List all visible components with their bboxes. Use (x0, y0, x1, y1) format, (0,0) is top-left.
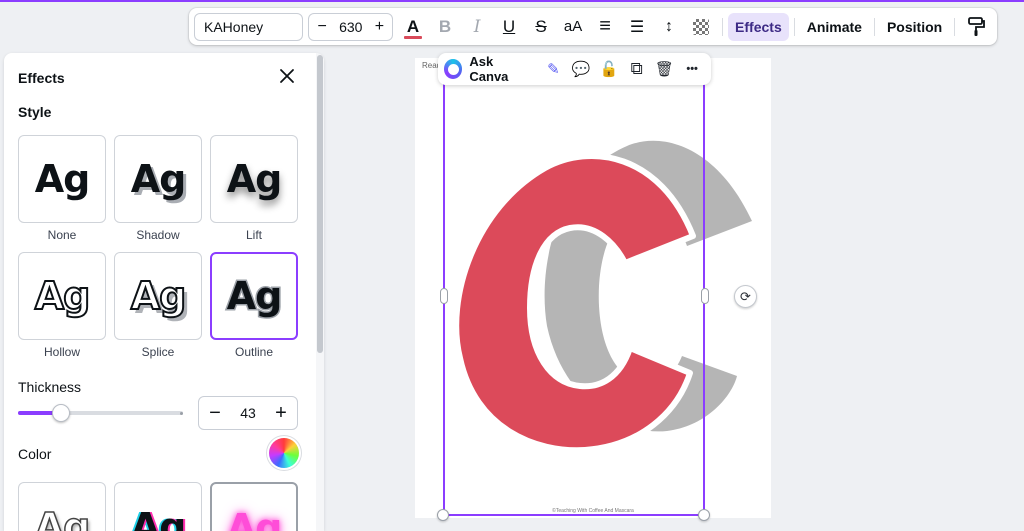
resize-handle-right[interactable] (701, 288, 709, 304)
style-preview-shadow: Ag (130, 157, 187, 201)
color-label: Color (18, 446, 52, 462)
thickness-decrease-button[interactable]: − (207, 402, 223, 425)
style-tile-shadow[interactable]: Ag (114, 135, 202, 223)
resize-handle-bottom-left[interactable] (437, 509, 449, 521)
color-preset-tile[interactable]: Ag (210, 482, 298, 531)
color-preset-preview: Ag (226, 506, 283, 531)
color-preset-preview: Ag (130, 505, 187, 531)
transparency-button[interactable] (685, 13, 717, 41)
style-preview-splice: Ag (130, 273, 188, 319)
lock-icon[interactable]: 🔓 (596, 55, 622, 83)
font-size-stepper: − 630 + (308, 12, 394, 41)
list-button[interactable]: ☰ (621, 13, 653, 41)
text-color-button[interactable]: A (397, 13, 429, 41)
style-label-outline: Outline (234, 345, 274, 359)
spacing-button[interactable]: ↕ (653, 13, 685, 41)
strikethrough-icon: S (535, 16, 547, 36)
panel-scrollbar-thumb[interactable] (317, 55, 323, 353)
style-label-hollow: Hollow (43, 345, 80, 359)
decrease-font-size-button[interactable]: − (317, 18, 326, 36)
text-toolbar: KAHoney − 630 + A B I U S aA ≡ ☰ ↕ Effec… (189, 8, 997, 45)
letter-case-button[interactable]: aA (557, 13, 589, 41)
toolbar-divider (873, 17, 875, 36)
italic-icon: I (473, 16, 481, 37)
panel-scrollbar[interactable] (316, 53, 324, 531)
style-preview-none: Ag (34, 157, 91, 201)
font-family-dropdown[interactable]: KAHoney (194, 12, 304, 41)
animate-button[interactable]: Animate (800, 13, 869, 41)
thickness-slider[interactable] (18, 404, 183, 422)
effects-panel: Effects Style Ag None Ag Shadow Ag Lift … (4, 53, 324, 531)
resize-handle-left[interactable] (440, 288, 448, 304)
font-family-value: KAHoney (204, 18, 264, 35)
color-preset-preview: Ag (34, 504, 91, 531)
color-preset-tile[interactable]: Ag (18, 482, 106, 531)
toolbar-divider (722, 17, 724, 36)
underline-icon: U (502, 16, 516, 36)
bold-button[interactable]: B (429, 13, 461, 41)
thickness-increase-button[interactable]: + (273, 402, 289, 425)
thickness-slider-end-dot (180, 412, 183, 415)
style-tile-hollow[interactable]: Ag (18, 252, 106, 340)
comment-icon[interactable]: 💬 (568, 55, 594, 83)
duplicate-icon[interactable]: ⧉ (624, 55, 650, 83)
strikethrough-button[interactable]: S (525, 13, 557, 41)
paint-format-button[interactable] (960, 13, 992, 41)
style-label-shadow: Shadow (136, 228, 180, 242)
toolbar-divider (793, 17, 795, 36)
element-action-bar: Ask Canva ✎ 💬 🔓 ⧉ 🗑 ••• (438, 53, 711, 85)
top-accent-bar (0, 0, 1024, 2)
underline-button[interactable]: U (493, 13, 525, 41)
resize-handle-bottom-right[interactable] (698, 509, 710, 521)
style-tile-outline[interactable]: Ag (210, 252, 298, 340)
style-label-lift: Lift (245, 228, 262, 242)
spacing-icon: ↕ (665, 17, 674, 35)
style-label-none: None (47, 228, 77, 242)
align-center-icon: ≡ (599, 15, 611, 37)
position-button[interactable]: Position (880, 13, 949, 41)
color-picker-button[interactable] (269, 438, 299, 468)
magic-edit-icon[interactable]: ✎ (541, 55, 567, 83)
italic-button[interactable]: I (461, 13, 493, 41)
more-options-icon[interactable]: ••• (679, 55, 705, 83)
style-preview-hollow: Ag (34, 273, 92, 319)
alignment-button[interactable]: ≡ (589, 13, 621, 41)
effects-button[interactable]: Effects (728, 12, 789, 41)
letter-case-icon: aA (563, 18, 583, 35)
transparency-icon (693, 18, 710, 35)
bold-icon: B (438, 16, 452, 36)
thickness-slider-thumb[interactable] (52, 404, 70, 422)
style-tile-none[interactable]: Ag (18, 135, 106, 223)
paint-roller-icon (968, 16, 986, 36)
rotate-icon: ⟳ (740, 288, 751, 304)
thickness-label: Thickness (18, 379, 82, 395)
thickness-value-input[interactable]: 43 (240, 405, 256, 421)
style-label-splice: Splice (141, 345, 175, 359)
style-preview-lift: Ag (226, 157, 283, 201)
rotate-button[interactable]: ⟳ (734, 285, 757, 308)
trash-icon[interactable]: 🗑 (652, 55, 678, 83)
style-section-label: Style (18, 104, 52, 120)
font-size-input[interactable]: 630 (339, 19, 362, 35)
toolbar-divider (954, 17, 956, 36)
ask-canva-logo-icon (444, 59, 463, 79)
text-color-icon: A (406, 16, 420, 36)
style-tile-lift[interactable]: Ag (210, 135, 298, 223)
close-icon[interactable] (278, 67, 296, 85)
color-preset-tile[interactable]: Ag (114, 482, 202, 531)
style-preview-outline: Ag (225, 273, 284, 320)
thickness-stepper: − 43 + (198, 396, 298, 430)
style-tile-splice[interactable]: Ag (114, 252, 202, 340)
ask-canva-button[interactable]: Ask Canva (469, 54, 530, 84)
effects-panel-title: Effects (18, 70, 65, 86)
increase-font-size-button[interactable]: + (375, 18, 384, 36)
bullet-list-icon: ☰ (629, 18, 645, 36)
selection-frame (443, 78, 705, 516)
